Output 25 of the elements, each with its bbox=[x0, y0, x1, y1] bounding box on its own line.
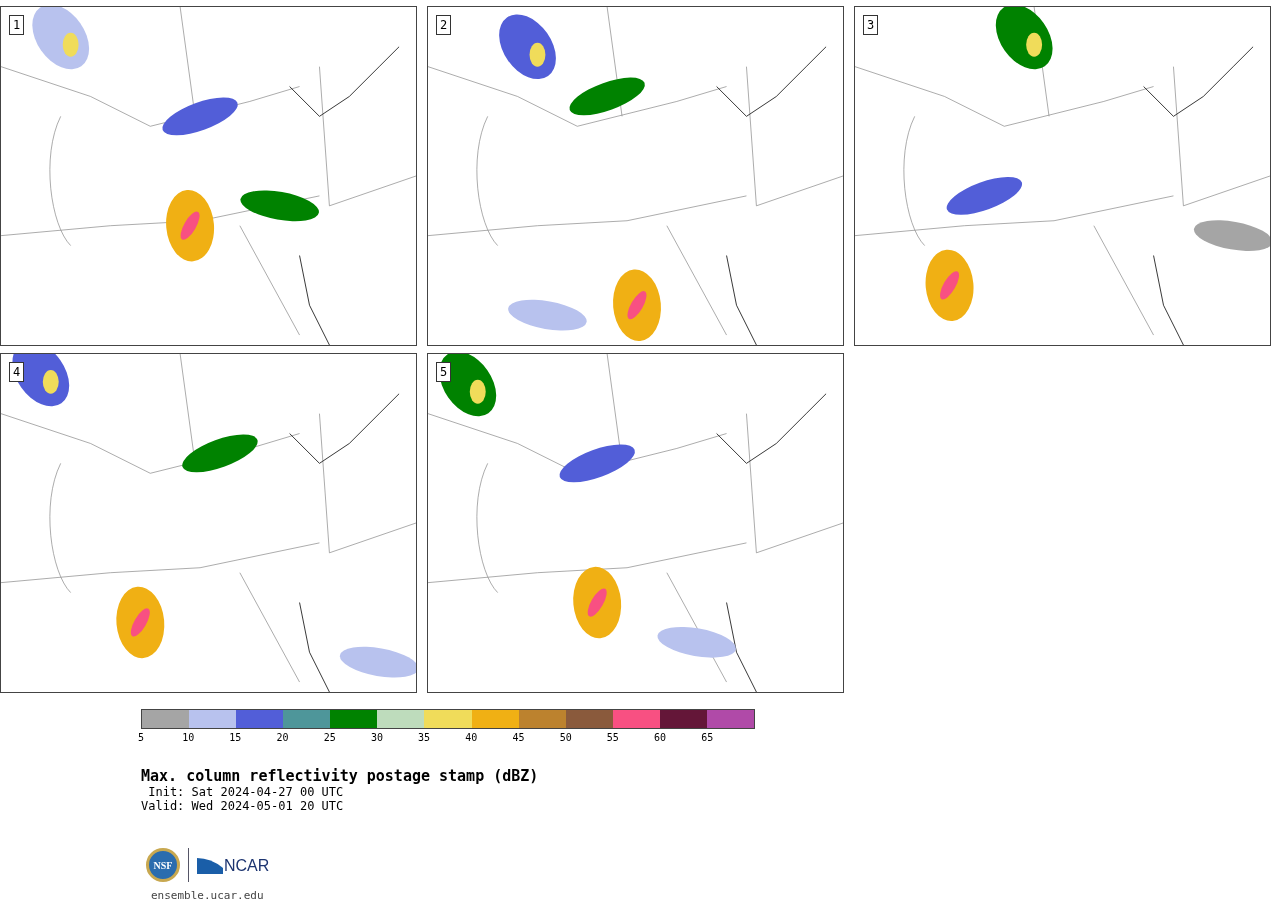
panel-number: 5 bbox=[436, 362, 452, 382]
tick-label: 55 bbox=[606, 733, 619, 743]
tick-label: 30 bbox=[370, 733, 383, 743]
tick-label: 65 bbox=[701, 733, 714, 743]
panel-number: 4 bbox=[9, 362, 25, 382]
tick-label: 50 bbox=[559, 733, 572, 743]
tick-label: 5 bbox=[138, 733, 144, 743]
ncar-logo: NCAR bbox=[224, 858, 270, 874]
tick-label: 10 bbox=[182, 733, 195, 743]
panel-number: 2 bbox=[436, 15, 452, 35]
panel-number: 1 bbox=[9, 15, 25, 35]
valid-time: Valid: Wed 2024-05-01 20 UTC bbox=[141, 799, 345, 813]
tick-label: 60 bbox=[654, 733, 667, 743]
footer-url: ensemble.ucar.edu bbox=[151, 888, 265, 904]
tick-label: 15 bbox=[229, 733, 242, 743]
tick-label: 40 bbox=[465, 733, 478, 743]
init-time: Init: Sat 2024-04-27 00 UTC bbox=[147, 785, 345, 799]
tick-label: 45 bbox=[512, 733, 525, 743]
tick-label: 25 bbox=[323, 733, 336, 743]
tick-label: 35 bbox=[418, 733, 431, 743]
tick-label: 20 bbox=[276, 733, 289, 743]
ncar-swoosh-icon bbox=[197, 856, 223, 874]
chart-title: Max. column reflectivity postage stamp (dBZ) bbox=[141, 767, 540, 785]
nsf-logo: NSF bbox=[146, 848, 180, 882]
panel-number: 3 bbox=[863, 15, 879, 35]
